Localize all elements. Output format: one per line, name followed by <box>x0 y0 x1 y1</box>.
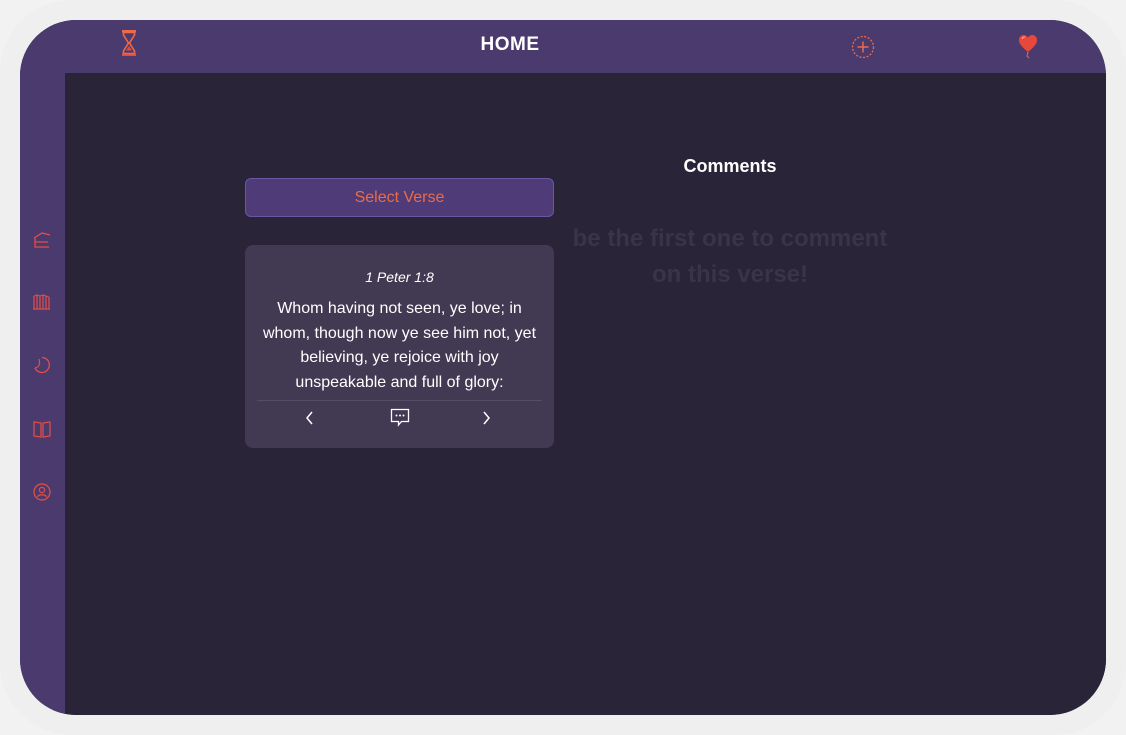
heart-balloon-icon[interactable] <box>1016 32 1040 62</box>
home-icon[interactable] <box>31 229 53 251</box>
select-verse-label: Select Verse <box>354 188 445 206</box>
main-content: Select Verse 1 Peter 1:8 Whom having not… <box>65 73 1106 715</box>
top-bar: HOME <box>20 20 1106 73</box>
add-circle-icon-graphic <box>851 35 875 59</box>
profile-icon-graphic <box>33 483 51 501</box>
chevron-left-icon[interactable] <box>299 407 321 429</box>
hourglass-icon[interactable] <box>118 28 140 58</box>
add-circle-icon[interactable] <box>850 34 876 60</box>
verse-card: 1 Peter 1:8 Whom having not seen, ye lov… <box>245 245 554 448</box>
comment-icon[interactable] <box>388 406 412 430</box>
profile-icon[interactable] <box>31 481 53 503</box>
select-verse-button[interactable]: Select Verse <box>245 178 554 217</box>
heart-balloon-icon-graphic <box>1019 35 1037 59</box>
library-icon[interactable] <box>31 291 53 313</box>
card-divider <box>257 400 542 401</box>
chevron-right-icon[interactable] <box>475 407 497 429</box>
verse-reference: 1 Peter 1:8 <box>365 269 434 285</box>
library-icon-graphic <box>33 294 50 310</box>
verse-text: Whom having not seen, ye love; in whom, … <box>262 300 537 391</box>
moon-icon[interactable] <box>31 354 53 376</box>
verse-card-actions <box>245 405 554 431</box>
hourglass-icon-graphic <box>122 30 136 56</box>
chevron-right-icon-graphic <box>483 411 490 425</box>
sidebar <box>20 73 65 715</box>
app-window: HOME Select Verse 1 Peter 1:8 Whom havin… <box>20 20 1106 715</box>
book-icon[interactable] <box>31 418 53 440</box>
comment-icon-graphic <box>390 408 410 427</box>
moon-icon-graphic <box>34 356 50 374</box>
device-frame: HOME Select Verse 1 Peter 1:8 Whom havin… <box>0 0 1126 735</box>
page-title: HOME <box>480 34 540 55</box>
chevron-left-icon-graphic <box>306 411 313 425</box>
home-icon-graphic <box>33 232 51 248</box>
comments-title: Comments <box>683 156 777 176</box>
comments-empty-message: be the first one to comment on this vers… <box>572 225 888 288</box>
book-icon-graphic <box>33 421 51 438</box>
